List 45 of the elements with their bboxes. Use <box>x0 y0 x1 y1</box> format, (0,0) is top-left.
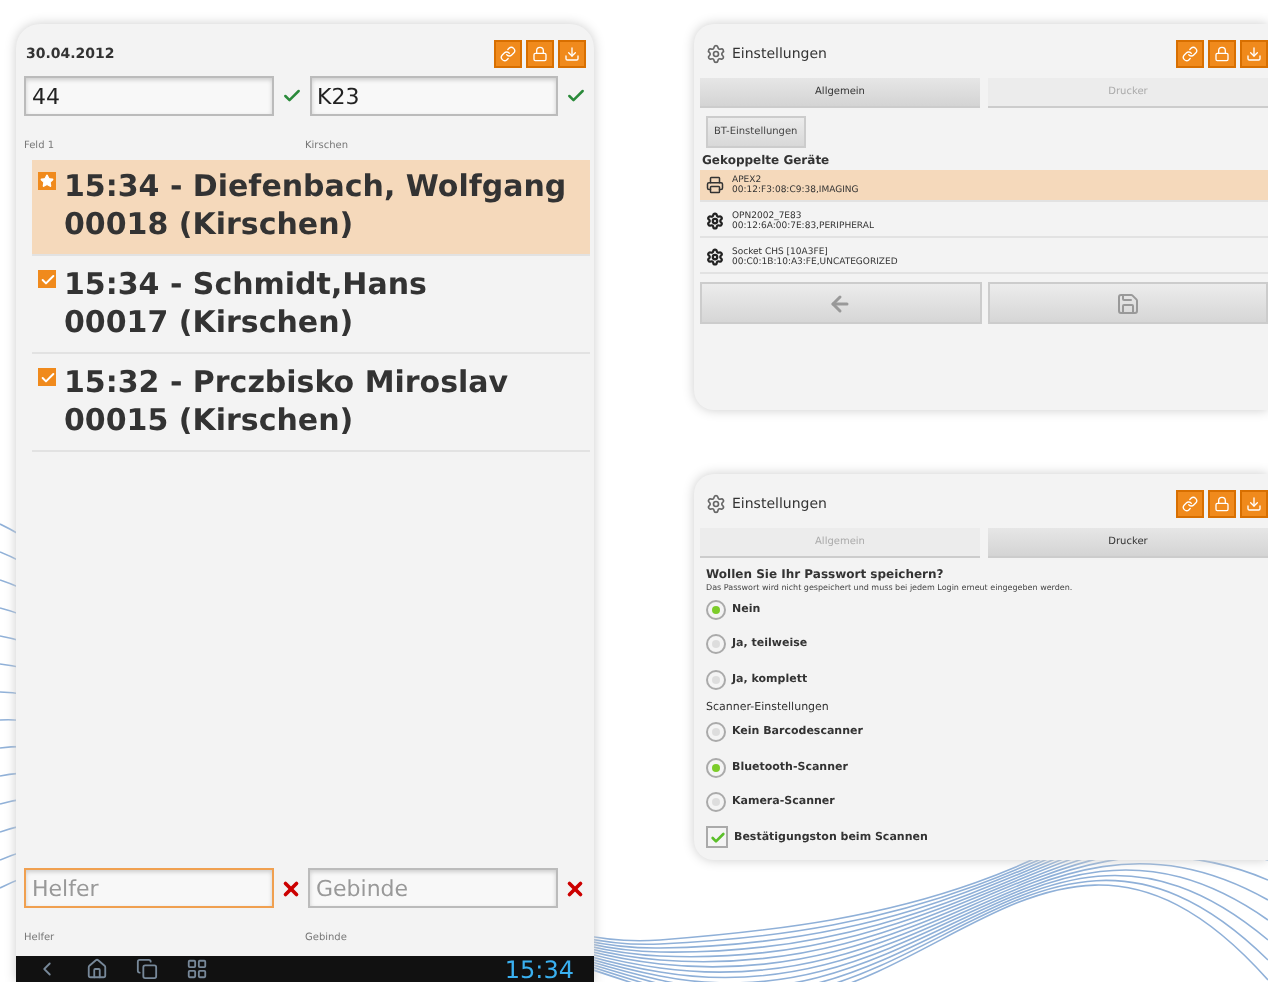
radio-button[interactable] <box>706 792 726 813</box>
input-field[interactable]: 44 <box>24 76 273 116</box>
entry-text: 15:34 - Diefenbach, Wolfgang 00018 (Kirschen) <box>64 168 567 244</box>
download-icon <box>1246 496 1262 512</box>
link-button[interactable] <box>494 40 522 68</box>
printer-icon <box>706 176 724 194</box>
list-entry[interactable]: 15:34 - Schmidt,Hans 00017 (Kirschen) <box>32 258 590 354</box>
download-icon <box>564 46 580 62</box>
clock: 15:34 <box>504 955 574 982</box>
radio-button[interactable] <box>706 634 726 655</box>
link-button[interactable] <box>1176 490 1204 518</box>
radio-button[interactable] <box>706 669 726 690</box>
lock-icon <box>532 46 548 62</box>
radio-button[interactable] <box>706 757 726 778</box>
download-icon <box>1246 46 1262 62</box>
lock-button[interactable] <box>526 40 554 68</box>
radio-button[interactable] <box>706 599 726 620</box>
arrow-left-icon <box>828 291 853 315</box>
download-button[interactable] <box>1240 490 1268 518</box>
download-button[interactable] <box>1240 40 1268 68</box>
download-button[interactable] <box>558 40 586 68</box>
lock-button[interactable] <box>1208 490 1236 518</box>
gear-icon <box>706 212 724 230</box>
link-icon <box>1182 496 1198 512</box>
home-icon[interactable] <box>86 958 108 980</box>
gear-icon <box>706 248 724 266</box>
lock-button[interactable] <box>1208 40 1236 68</box>
recent-apps-icon[interactable] <box>136 958 158 980</box>
clear-icon[interactable] <box>280 877 302 899</box>
link-button[interactable] <box>1176 40 1204 68</box>
clear-icon[interactable] <box>564 877 586 899</box>
link-icon <box>1182 46 1198 62</box>
input-field[interactable]: K23 <box>309 76 558 116</box>
entry-text: 15:34 - Schmidt,Hans 00017 (Kirschen) <box>64 266 427 342</box>
lock-icon <box>1214 46 1230 62</box>
grid-icon[interactable] <box>186 958 208 980</box>
radio-button[interactable] <box>706 722 726 743</box>
lock-icon <box>1214 496 1230 512</box>
list-entry[interactable]: 15:34 - Diefenbach, Wolfgang 00018 (Kirschen) <box>32 160 590 256</box>
link-icon <box>500 46 516 62</box>
settings-icon <box>706 44 726 64</box>
checkbox[interactable] <box>706 826 728 849</box>
settings-icon <box>706 494 726 514</box>
list-entry[interactable]: 15:32 - Prczbisko Miroslav 00015 (Kirschen) <box>32 356 590 452</box>
entry-text: 15:32 - Prczbisko Miroslav 00015 (Kirschen) <box>64 364 509 440</box>
